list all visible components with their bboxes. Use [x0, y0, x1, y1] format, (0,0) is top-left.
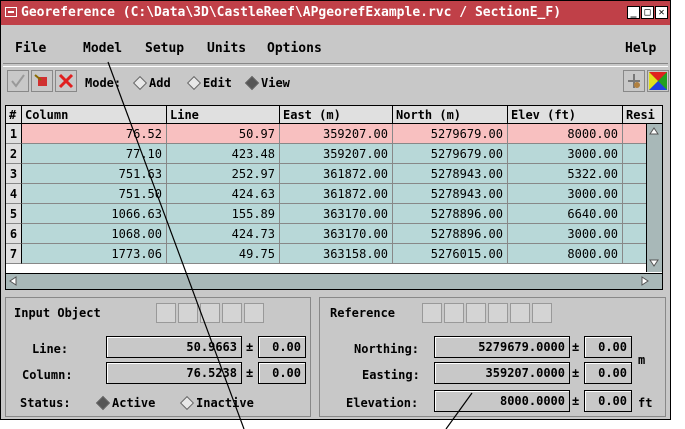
callout-line: [445, 392, 473, 429]
callout-lines: [107, 61, 473, 429]
callout-line: [107, 61, 245, 429]
